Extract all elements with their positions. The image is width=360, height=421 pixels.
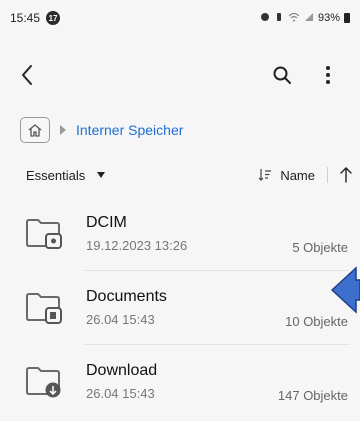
pointer-arrow-icon xyxy=(330,266,360,314)
home-icon xyxy=(28,123,42,137)
notification-badge: 17 xyxy=(46,11,61,25)
caret-down-icon xyxy=(97,172,106,178)
vibrate-icon xyxy=(274,12,284,25)
breadcrumb: Interner Speicher xyxy=(20,116,183,144)
breadcrumb-separator-icon xyxy=(60,125,66,135)
item-count: 10 Objekte xyxy=(285,314,348,329)
toolbar xyxy=(0,55,360,95)
signal-icon xyxy=(304,12,314,25)
filter-label: Essentials xyxy=(26,167,86,183)
back-arrow-icon xyxy=(22,65,32,85)
sort-icon xyxy=(258,169,272,181)
sort-divider xyxy=(327,167,328,183)
wifi-icon xyxy=(288,12,300,25)
search-button[interactable] xyxy=(270,63,294,87)
sort-by-button[interactable]: Name xyxy=(258,168,315,183)
breadcrumb-current[interactable]: Interner Speicher xyxy=(76,122,183,138)
item-count: 5 Objekte xyxy=(292,240,348,255)
back-button[interactable] xyxy=(20,61,48,89)
item-name: Download xyxy=(86,361,158,379)
item-name: DCIM xyxy=(86,213,127,231)
status-time: 15:45 xyxy=(10,11,41,25)
sort-label: Name xyxy=(280,167,315,183)
filter-dropdown[interactable]: Essentials xyxy=(26,167,106,183)
item-count: 147 Objekte xyxy=(277,388,348,403)
more-options-button[interactable] xyxy=(316,63,340,87)
battery-percent: 93% xyxy=(317,12,340,24)
alarm-icon xyxy=(260,12,270,25)
sort-controls: Name xyxy=(258,167,352,183)
status-bar: 15:45 17 93% xyxy=(0,0,360,36)
toolbar-actions xyxy=(270,63,340,87)
search-icon xyxy=(273,66,291,84)
sort-direction-button[interactable] xyxy=(340,167,352,183)
list-item-documents[interactable]: Documents 26.04 15:43 10 Objekte xyxy=(0,270,360,344)
status-right: 93% xyxy=(260,12,350,25)
folder-camera-icon xyxy=(26,219,62,249)
folder-download-icon xyxy=(26,367,61,398)
list-item-dcim[interactable]: DCIM 19.12.2023 13:26 5 Objekte xyxy=(0,196,360,270)
list-item-download[interactable]: Download 26.04 15:43 147 Objekte xyxy=(0,344,360,418)
home-button[interactable] xyxy=(20,117,50,143)
more-vertical-icon xyxy=(326,66,330,84)
sort-row: Essentials Name xyxy=(26,162,352,188)
folder-list: DCIM 19.12.2023 13:26 5 Objekte Document… xyxy=(0,196,360,418)
arrow-up-icon xyxy=(340,167,352,183)
item-name: Documents xyxy=(86,287,167,305)
folder-document-icon xyxy=(26,293,62,324)
battery-icon xyxy=(344,13,350,23)
status-left: 15:45 17 xyxy=(10,11,61,25)
